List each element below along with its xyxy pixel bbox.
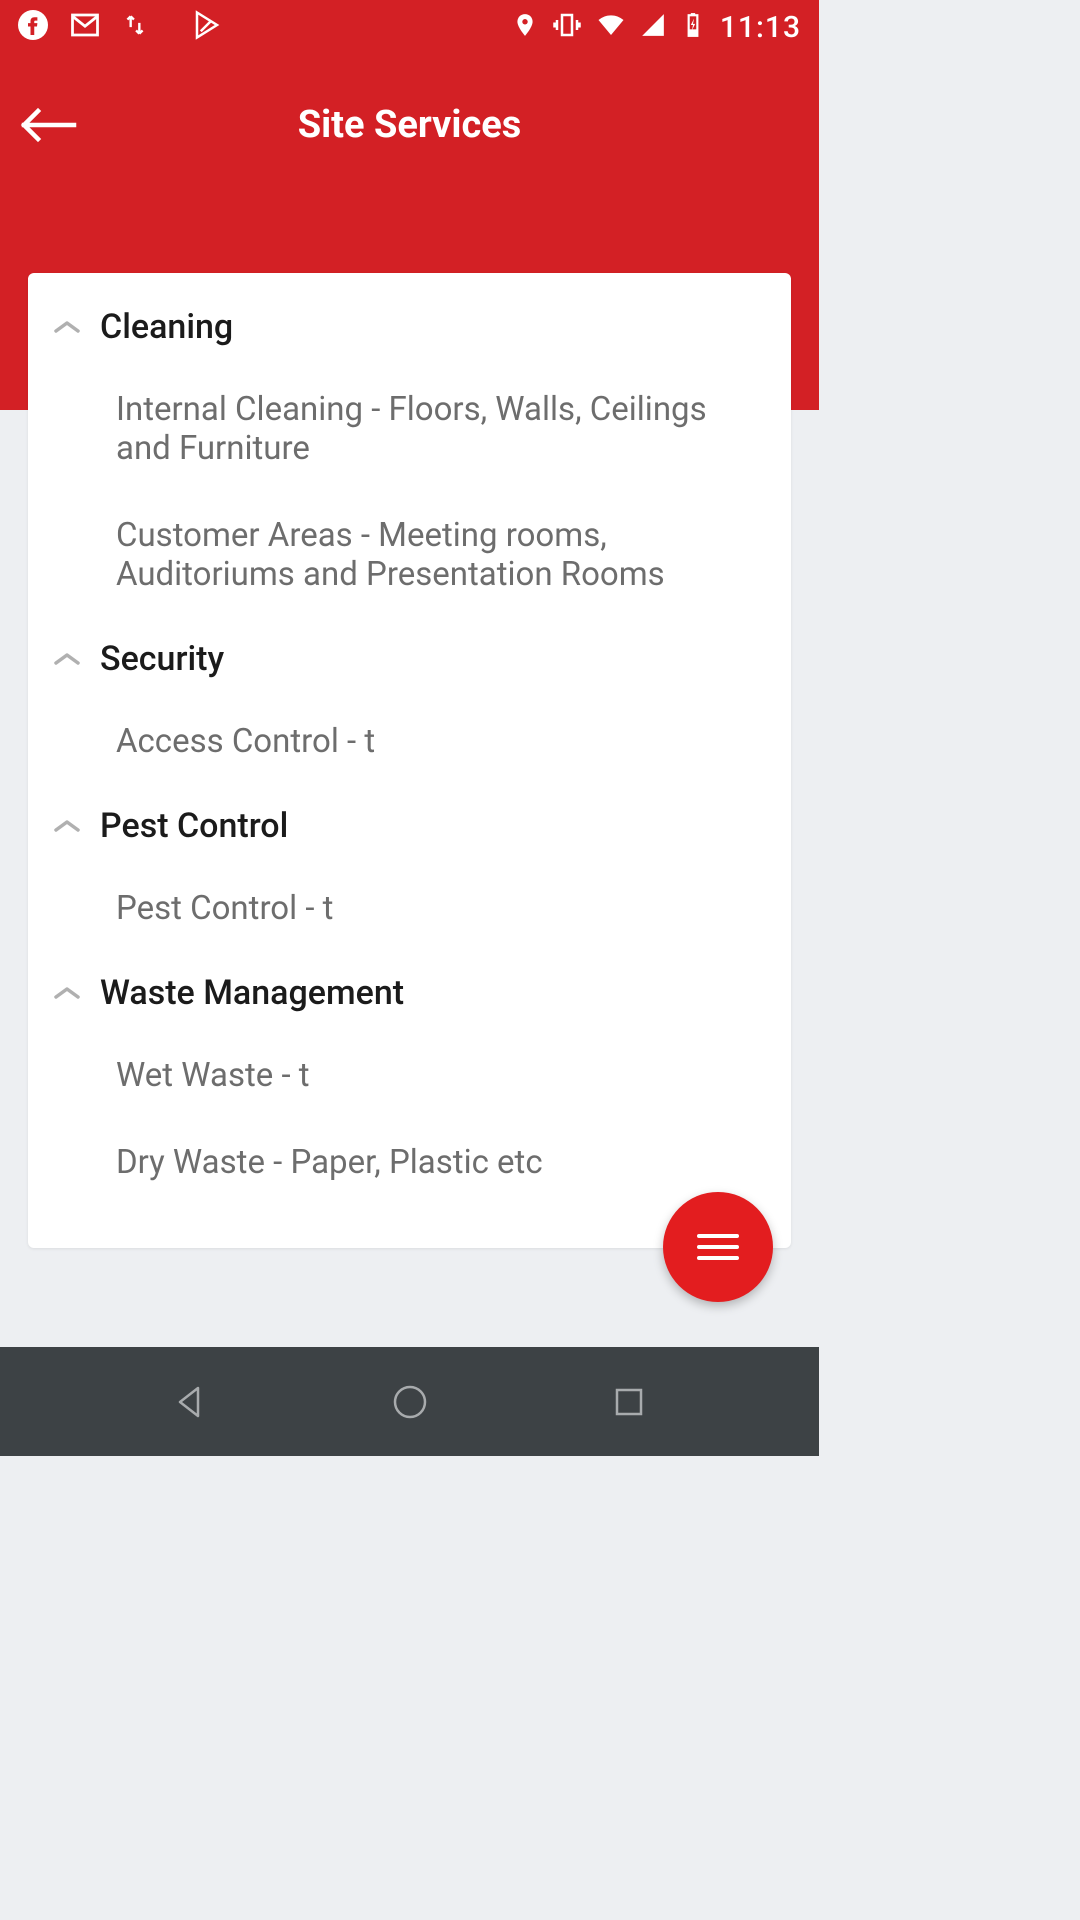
list-item[interactable]: Access Control - t: [28, 701, 791, 784]
nav-recent-button[interactable]: [599, 1372, 659, 1432]
data-sync-icon: [122, 12, 148, 42]
android-nav-bar: [0, 1347, 819, 1456]
section-title: Waste Management: [100, 973, 404, 1013]
chevron-up-icon: [52, 978, 82, 1008]
fab-menu-button[interactable]: [663, 1192, 773, 1302]
chevron-up-icon: [52, 811, 82, 841]
signal-icon: [640, 12, 666, 42]
facebook-icon: [18, 10, 48, 44]
list-item[interactable]: Internal Cleaning - Floors, Walls, Ceili…: [28, 369, 791, 491]
status-time: 11:13: [720, 10, 801, 45]
vibrate-icon: [552, 10, 582, 44]
section-title: Security: [100, 639, 224, 679]
gmail-icon: [70, 10, 100, 44]
section-header-waste-management[interactable]: Waste Management: [28, 951, 791, 1035]
chevron-up-icon: [52, 312, 82, 342]
status-bar: 11:13: [0, 0, 819, 54]
page-title: Site Services: [0, 103, 819, 147]
battery-charging-icon: [680, 12, 706, 42]
list-item[interactable]: Customer Areas - Meeting rooms, Auditori…: [28, 491, 791, 617]
services-card: Cleaning Internal Cleaning - Floors, Wal…: [28, 273, 791, 1248]
title-row: Site Services: [0, 90, 819, 160]
status-right-icons: 11:13: [512, 10, 801, 45]
wifi-icon: [596, 10, 626, 44]
location-icon: [512, 12, 538, 42]
list-item[interactable]: Pest Control - t: [28, 868, 791, 951]
list-item[interactable]: Wet Waste - t: [28, 1035, 791, 1118]
nav-back-button[interactable]: [160, 1372, 220, 1432]
play-store-icon: [192, 10, 222, 44]
status-left-icons: [18, 10, 222, 44]
section-header-security[interactable]: Security: [28, 617, 791, 701]
nav-home-button[interactable]: [380, 1372, 440, 1432]
section-header-pest-control[interactable]: Pest Control: [28, 784, 791, 868]
chevron-up-icon: [52, 644, 82, 674]
section-title: Pest Control: [100, 806, 288, 846]
list-item[interactable]: Dry Waste - Paper, Plastic etc: [28, 1118, 791, 1205]
section-title: Cleaning: [100, 307, 233, 347]
section-header-cleaning[interactable]: Cleaning: [28, 285, 791, 369]
